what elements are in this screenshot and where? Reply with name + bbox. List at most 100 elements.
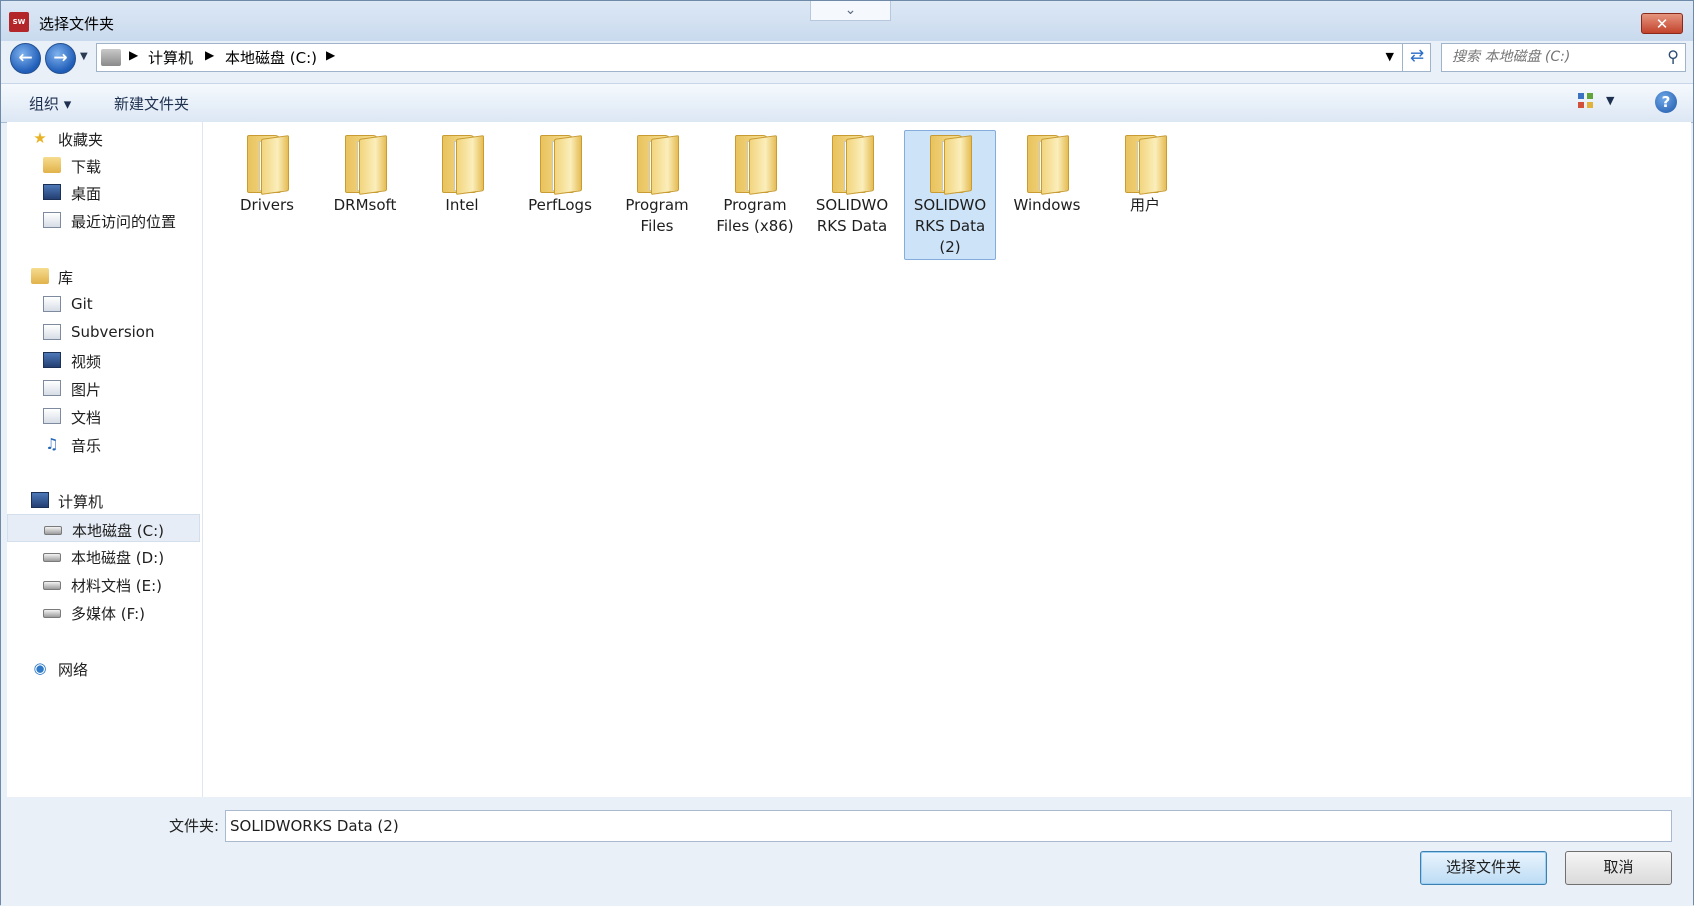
dialog-footer: 文件夹: 选择文件夹 取消 <box>1 798 1693 906</box>
network-globe-icon: ◉ <box>33 659 47 677</box>
breadcrumb-separator-icon[interactable]: ▶ <box>326 48 335 62</box>
sidebar-item-music[interactable]: ♫ 音乐 <box>7 430 200 458</box>
folder-item-users[interactable]: 用户 <box>1099 130 1191 260</box>
drive-icon <box>44 526 62 535</box>
folder-icon <box>247 135 291 195</box>
sidebar-item-label: 本地磁盘 (C:) <box>72 522 164 540</box>
folder-label: PerfLogs <box>528 196 592 214</box>
folder-label: SOLIDWO RKS Data <box>815 196 889 235</box>
search-box[interactable]: ⚲ <box>1441 43 1686 72</box>
sidebar-item-label: 最近访问的位置 <box>71 213 177 231</box>
sidebar-item-desktop[interactable]: 桌面 <box>7 178 200 206</box>
forward-button[interactable]: → <box>45 43 76 74</box>
select-folder-button[interactable]: 选择文件夹 <box>1420 851 1547 885</box>
folder-label: Intel <box>445 196 479 214</box>
sidebar-item-drive-e[interactable]: 材料文档 (E:) <box>7 570 200 598</box>
cancel-button[interactable]: 取消 <box>1565 851 1672 885</box>
libraries-icon <box>31 268 49 284</box>
folder-item-perflogs[interactable]: PerfLogs <box>514 130 606 260</box>
recent-places-icon <box>43 212 61 228</box>
folder-icon <box>1027 135 1071 195</box>
sidebar-item-label: 桌面 <box>71 185 102 203</box>
new-folder-button[interactable]: 新建文件夹 <box>114 93 189 114</box>
sidebar-item-pictures[interactable]: 图片 <box>7 374 200 402</box>
pictures-icon <box>43 380 61 396</box>
sidebar-item-label: 视频 <box>71 353 102 371</box>
sidebar-item-label: 多媒体 (F:) <box>71 605 145 623</box>
drive-icon <box>43 553 61 562</box>
library-icon <box>43 296 61 312</box>
search-input[interactable] <box>1450 48 1654 66</box>
folder-icon <box>442 135 486 195</box>
sidebar-item-downloads[interactable]: 下载 <box>7 151 200 179</box>
folder-item-windows[interactable]: Windows <box>1001 130 1093 260</box>
sidebar-item-git[interactable]: Git <box>7 290 200 318</box>
folder-item-intel[interactable]: Intel <box>416 130 508 260</box>
change-view-icon[interactable] <box>1578 93 1594 109</box>
address-bar[interactable]: ▶ 计算机 ▶ 本地磁盘 (C:) ▶ ▼ <box>96 43 1431 72</box>
folder-label: Drivers <box>240 196 294 214</box>
sidebar-item-recent-places[interactable]: 最近访问的位置 <box>7 206 200 234</box>
window-title: 选择文件夹 <box>39 15 115 33</box>
video-icon <box>43 352 61 368</box>
documents-icon <box>43 408 61 424</box>
help-icon[interactable]: ? <box>1655 91 1677 113</box>
recent-locations-dropdown-icon[interactable]: ▼ <box>80 51 88 62</box>
sidebar-header-network[interactable]: ◉ 网络 <box>7 654 200 682</box>
search-icon[interactable]: ⚲ <box>1667 47 1679 66</box>
computer-icon <box>31 492 49 508</box>
sidebar-item-videos[interactable]: 视频 <box>7 346 200 374</box>
folder-label: Program Files <box>625 196 689 235</box>
sidebar-item-drive-f[interactable]: 多媒体 (F:) <box>7 598 200 626</box>
folder-item-solidworks-data[interactable]: SOLIDWO RKS Data <box>806 130 898 260</box>
folder-item-program-files[interactable]: Program Files <box>611 130 703 260</box>
sidebar-header-computer[interactable]: 计算机 <box>7 486 200 514</box>
sidebar-item-label: 材料文档 (E:) <box>71 577 163 595</box>
folder-label: Windows <box>1013 196 1081 214</box>
sidebar-item-drive-c[interactable]: 本地磁盘 (C:) <box>7 514 200 542</box>
file-list-pane: Drivers DRMsoft Intel PerfLogs Program Fi… <box>203 122 1691 797</box>
sidebar-header-label: 库 <box>58 269 74 287</box>
sidebar-item-label: 文档 <box>71 409 102 427</box>
folder-label: DRMsoft <box>333 196 397 214</box>
sidebar-header-favorites[interactable]: ★ 收藏夹 <box>7 124 200 152</box>
sidebar-item-label: 本地磁盘 (D:) <box>71 549 165 567</box>
breadcrumb-separator-icon[interactable]: ▶ <box>129 48 138 62</box>
address-dropdown-icon[interactable]: ▼ <box>1386 50 1394 63</box>
sidebar-header-label: 收藏夹 <box>58 131 104 149</box>
drive-icon <box>43 609 61 618</box>
library-icon <box>43 324 61 340</box>
folder-field-label: 文件夹: <box>169 817 220 835</box>
folder-name-field[interactable] <box>225 810 1672 842</box>
folder-item-program-files-x86[interactable]: Program Files (x86) <box>709 130 801 260</box>
back-button[interactable]: ← <box>10 43 41 74</box>
folder-icon <box>637 135 681 195</box>
folder-icon <box>1125 135 1169 195</box>
folder-item-solidworks-data-2[interactable]: SOLIDWO RKS Data (2) <box>904 130 996 260</box>
folder-label: 用户 <box>1129 196 1160 214</box>
chevron-down-icon[interactable]: ⌄ <box>810 1 891 21</box>
organize-button[interactable]: 组织 ▾ <box>29 93 71 114</box>
folder-icon <box>832 135 876 195</box>
command-toolbar: 组织 ▾ 新建文件夹 ▼ ? <box>1 83 1693 123</box>
folder-label: Program Files (x86) <box>716 196 794 235</box>
sidebar-item-label: Git <box>71 295 93 313</box>
sidebar-item-drive-d[interactable]: 本地磁盘 (D:) <box>7 542 200 570</box>
breadcrumb-computer[interactable]: 计算机 <box>148 47 193 68</box>
view-options-dropdown-icon[interactable]: ▼ <box>1606 94 1614 107</box>
folder-item-drivers[interactable]: Drivers <box>221 130 313 260</box>
folder-item-drmsoft[interactable]: DRMsoft <box>319 130 411 260</box>
breadcrumb-drive-c[interactable]: 本地磁盘 (C:) <box>225 47 317 68</box>
sidebar-header-libraries[interactable]: 库 <box>7 262 200 290</box>
folder-icon <box>735 135 779 195</box>
drive-icon <box>43 581 61 590</box>
drive-icon <box>101 49 121 66</box>
refresh-icon[interactable]: ⇄ <box>1402 43 1431 72</box>
close-button[interactable]: ✕ <box>1641 13 1683 34</box>
folder-icon <box>930 135 974 195</box>
breadcrumb-separator-icon[interactable]: ▶ <box>205 48 214 62</box>
sidebar-item-documents[interactable]: 文档 <box>7 402 200 430</box>
sidebar-item-label: 图片 <box>71 381 102 399</box>
music-note-icon: ♫ <box>45 435 59 453</box>
sidebar-item-subversion[interactable]: Subversion <box>7 318 200 346</box>
